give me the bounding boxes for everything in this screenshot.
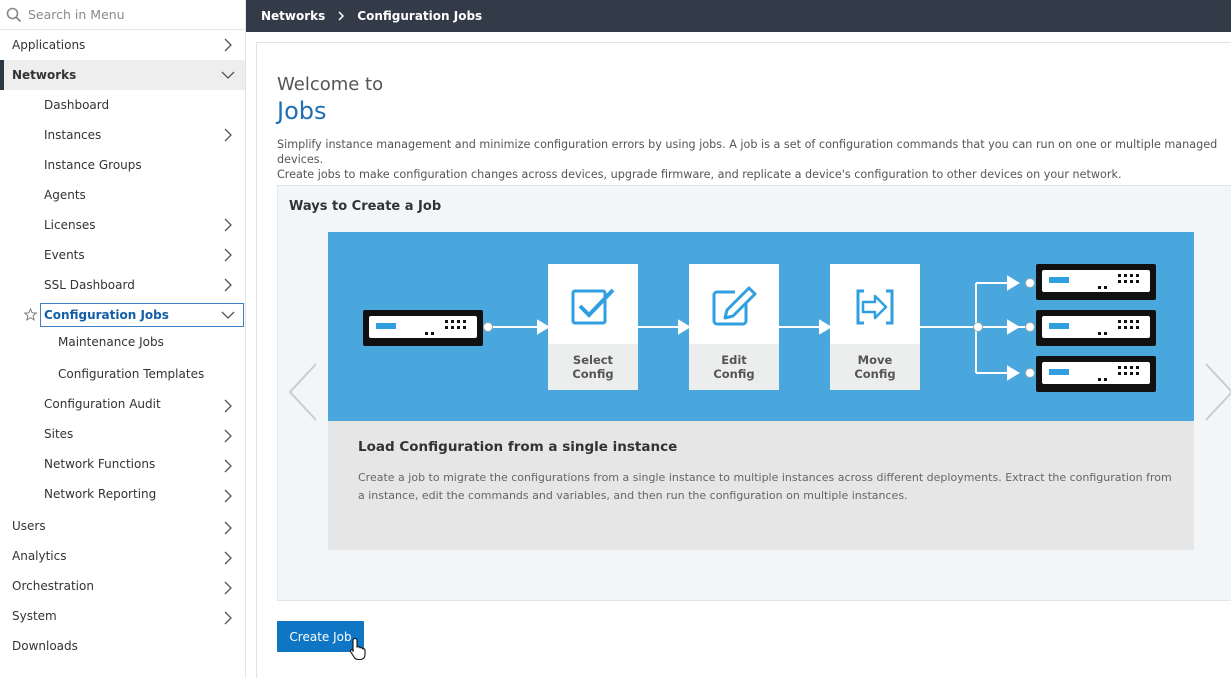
sidebar-item-users[interactable]: Users	[0, 506, 245, 536]
description-line: Create jobs to make configuration change…	[277, 168, 1122, 181]
chevron-down-icon	[221, 311, 235, 319]
sidebar-item-agents[interactable]: Agents	[0, 180, 245, 210]
slide-caption: Load Configuration from a single instanc…	[328, 421, 1194, 550]
edit-pencil-icon	[712, 286, 757, 326]
sidebar-item-sites[interactable]: Sites	[0, 416, 245, 446]
caption-title: Load Configuration from a single instanc…	[358, 439, 678, 455]
search-bar	[0, 0, 245, 30]
sidebar-item-label: Configuration Jobs	[44, 308, 169, 322]
chevron-right-icon	[224, 489, 232, 503]
chevron-right-icon	[224, 551, 232, 565]
sidebar-item-label: Maintenance Jobs	[58, 335, 164, 349]
sidebar-item-label: Downloads	[12, 639, 78, 653]
sidebar-item-label: Instance Groups	[44, 158, 142, 172]
ways-panel: Ways to Create a Job Select Config Edit …	[277, 185, 1231, 601]
sidebar-item-label: Configuration Audit	[44, 397, 161, 411]
description-line: Simplify instance management and minimiz…	[277, 138, 1218, 166]
sidebar-item-label: Sites	[44, 427, 74, 441]
sidebar-item-configuration-audit[interactable]: Configuration Audit	[0, 386, 245, 416]
page-title: Jobs	[277, 97, 327, 125]
sidebar-item-orchestration[interactable]: Orchestration	[0, 566, 245, 596]
move-arrow-icon	[856, 289, 894, 325]
sidebar-item-label: Events	[44, 248, 85, 262]
sidebar-item-network-reporting[interactable]: Network Reporting	[0, 476, 245, 506]
sidebar-item-label: Licenses	[44, 218, 96, 232]
chevron-right-icon	[224, 459, 232, 473]
sidebar-item-label: SSL Dashboard	[44, 278, 135, 292]
sidebar-item-label: Configuration Templates	[58, 367, 205, 381]
search-icon	[6, 7, 22, 22]
main-panel: Welcome to Jobs Simplify instance manage…	[256, 42, 1231, 678]
server-appliance-icon	[1036, 310, 1156, 346]
chevron-right-icon	[224, 399, 232, 413]
carousel-slide: Select Config Edit Config Move Config Lo…	[328, 232, 1194, 550]
sidebar-item-analytics[interactable]: Analytics	[0, 536, 245, 566]
breadcrumb: Networks Configuration Jobs	[246, 0, 1231, 32]
sidebar-item-label: Users	[12, 519, 46, 533]
ways-title: Ways to Create a Job	[289, 199, 442, 214]
sidebar-item-applications[interactable]: Applications	[0, 30, 245, 60]
step-label: Move Config	[830, 344, 920, 390]
sidebar-item-configuration-jobs[interactable]: Configuration Jobs	[0, 300, 245, 330]
sidebar-item-dashboard[interactable]: Dashboard	[0, 90, 245, 120]
sidebar-item-maintenance-jobs[interactable]: Maintenance Jobs	[0, 330, 245, 356]
sidebar-item-licenses[interactable]: Licenses	[0, 210, 245, 240]
caption-text: Create a job to migrate the configuratio…	[358, 471, 1172, 502]
sidebar-item-configuration-templates[interactable]: Configuration Templates	[0, 356, 245, 386]
chevron-right-icon	[224, 581, 232, 595]
sidebar-item-instances[interactable]: Instances	[0, 120, 245, 150]
star-icon[interactable]	[24, 308, 37, 321]
step-label: Edit Config	[689, 344, 779, 390]
sidebar-item-downloads[interactable]: Downloads	[0, 626, 245, 656]
chevron-right-icon	[224, 218, 232, 232]
sidebar-item-label: Agents	[44, 188, 86, 202]
sidebar-item-label: Applications	[12, 38, 86, 52]
hand-cursor-icon	[350, 637, 366, 661]
sidebar-item-system[interactable]: System	[0, 596, 245, 626]
chevron-right-icon	[224, 611, 232, 625]
chevron-right-icon	[224, 278, 232, 292]
sidebar-item-label: Analytics	[12, 549, 67, 563]
chevron-right-icon	[338, 11, 345, 21]
checkbox-check-icon	[571, 288, 615, 325]
chevron-down-icon	[221, 71, 235, 79]
chevron-right-icon[interactable]	[1202, 362, 1231, 422]
sidebar: Applications Networks Dashboard Instance…	[0, 0, 246, 678]
step-edit-config: Edit Config	[689, 264, 779, 390]
server-appliance-icon	[1036, 356, 1156, 392]
workflow-diagram: Select Config Edit Config Move Config	[328, 232, 1194, 421]
sidebar-item-networks[interactable]: Networks	[0, 60, 245, 90]
sidebar-item-label: Networks	[12, 68, 77, 82]
sidebar-item-label: Orchestration	[12, 579, 94, 593]
chevron-right-icon	[224, 521, 232, 535]
server-appliance-icon	[1036, 264, 1156, 300]
page-description: Simplify instance management and minimiz…	[277, 137, 1231, 182]
step-move-config: Move Config	[830, 264, 920, 390]
server-appliance-icon	[363, 310, 483, 346]
breadcrumb-current: Configuration Jobs	[357, 9, 483, 23]
chevron-right-icon	[224, 248, 232, 262]
step-label: Select Config	[548, 344, 638, 390]
sidebar-item-ssl-dashboard[interactable]: SSL Dashboard	[0, 270, 245, 300]
sidebar-item-instance-groups[interactable]: Instance Groups	[0, 150, 245, 180]
sidebar-item-label: Instances	[44, 128, 102, 142]
step-select-config: Select Config	[548, 264, 638, 390]
search-input[interactable]	[28, 7, 228, 22]
sidebar-item-label: Network Reporting	[44, 487, 157, 501]
sidebar-item-label: Network Functions	[44, 457, 156, 471]
sidebar-item-label: System	[12, 609, 57, 623]
chevron-left-icon[interactable]	[286, 362, 320, 422]
breadcrumb-networks[interactable]: Networks	[261, 9, 325, 23]
sidebar-item-label: Dashboard	[44, 98, 110, 112]
welcome-heading: Welcome to	[277, 74, 384, 95]
chevron-right-icon	[224, 128, 232, 142]
sidebar-item-network-functions[interactable]: Network Functions	[0, 446, 245, 476]
chevron-right-icon	[224, 429, 232, 443]
chevron-right-icon	[224, 38, 232, 52]
sidebar-item-events[interactable]: Events	[0, 240, 245, 270]
